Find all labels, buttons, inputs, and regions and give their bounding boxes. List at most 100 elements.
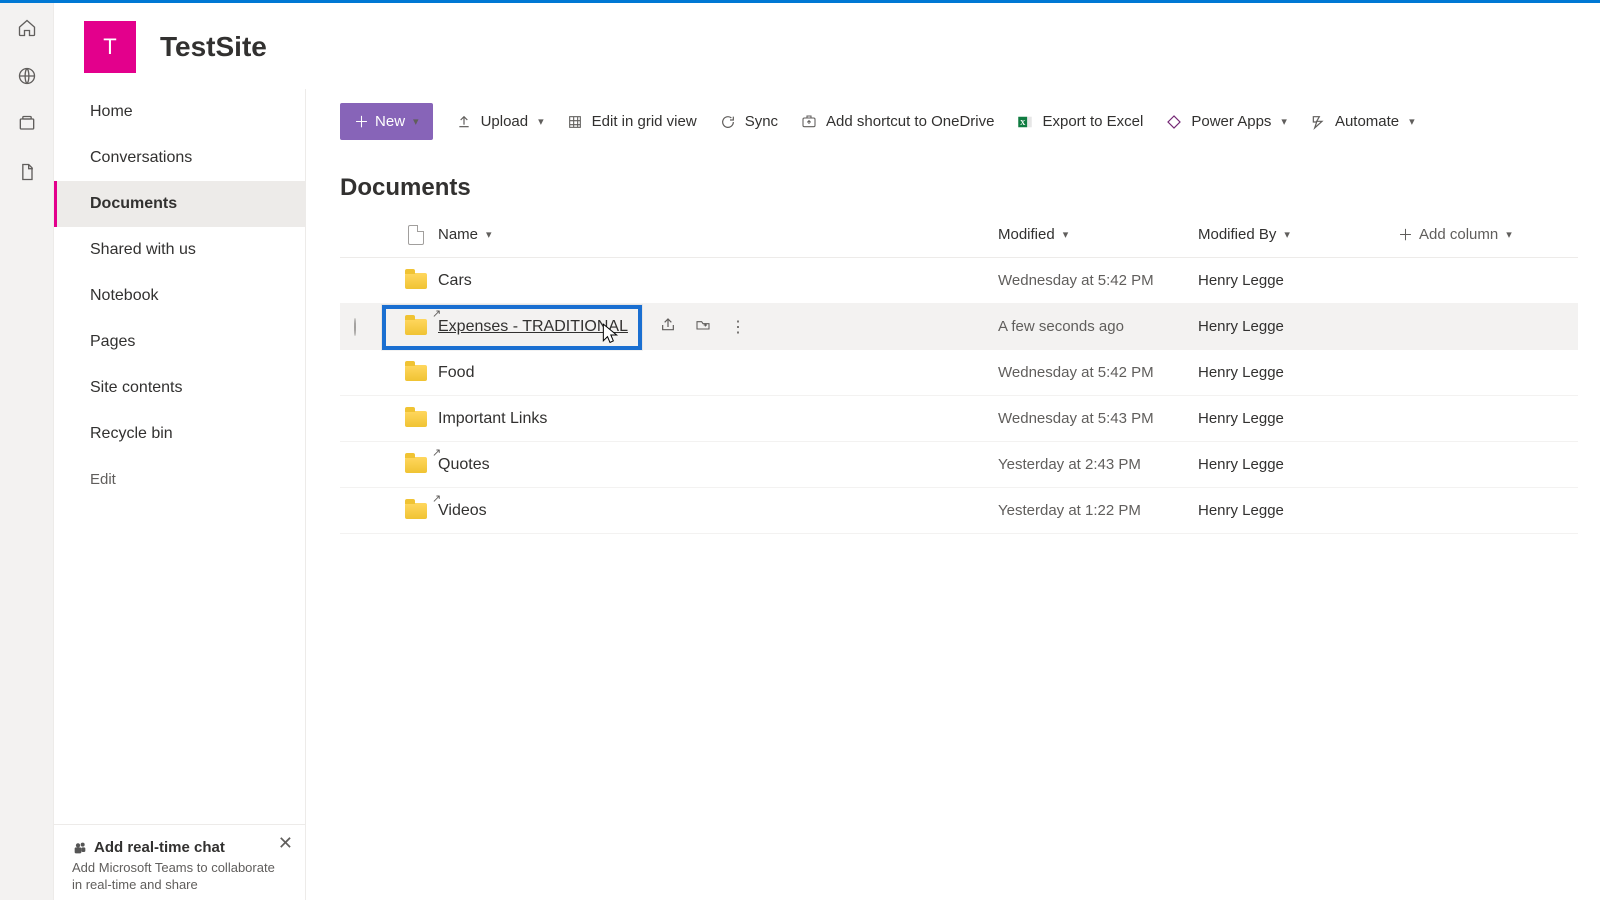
new-button[interactable]: ＋ New ▾ (340, 103, 433, 140)
chevron-down-icon: ▾ (1284, 228, 1290, 241)
modified-by-cell: Henry Legge (1198, 272, 1398, 289)
list-header-row: Name ▾ Modified ▾ Modified By ▾ ＋ (340, 212, 1578, 258)
sync-label: Sync (745, 113, 778, 130)
table-row[interactable]: ↗Videos Yesterday at 1:22 PMHenry Legge (340, 488, 1578, 534)
column-modified[interactable]: Modified ▾ (998, 226, 1198, 243)
sidebar-item-documents[interactable]: Documents (54, 181, 305, 227)
add-column-button[interactable]: ＋ Add column ▾ (1398, 224, 1578, 245)
modified-cell: Wednesday at 5:42 PM (998, 364, 1198, 381)
shortcut-label: Add shortcut to OneDrive (826, 113, 994, 130)
modified-by-cell: Henry Legge (1198, 502, 1398, 519)
chevron-down-icon: ▾ (1281, 115, 1287, 128)
sidebar-item-shared-with-us[interactable]: Shared with us (54, 227, 305, 273)
power-apps-label: Power Apps (1191, 113, 1271, 130)
row-select-circle[interactable] (354, 318, 356, 336)
sidebar-item-pages[interactable]: Pages (54, 319, 305, 365)
page-icon[interactable] (16, 161, 38, 183)
sync-icon (719, 113, 737, 131)
table-row[interactable]: ↗Quotes Yesterday at 2:43 PMHenry Legge (340, 442, 1578, 488)
link-icon: ↗ (432, 446, 441, 459)
sidebar-item-notebook[interactable]: Notebook (54, 273, 305, 319)
document-list: Name ▾ Modified ▾ Modified By ▾ ＋ (340, 212, 1578, 534)
close-icon[interactable]: ✕ (278, 833, 293, 854)
modified-cell: A few seconds ago (998, 318, 1198, 335)
open-location-icon[interactable] (694, 317, 712, 337)
site-header: T TestSite (54, 3, 1600, 89)
export-excel-button[interactable]: X Export to Excel (1016, 113, 1143, 131)
item-name[interactable]: Quotes (438, 456, 490, 474)
chat-promo-title: Add real-time chat (94, 839, 225, 856)
item-name[interactable]: Cars (438, 272, 472, 290)
upload-icon (455, 113, 473, 131)
chevron-down-icon: ▾ (1409, 115, 1415, 128)
item-name[interactable]: Videos (438, 502, 487, 520)
grid-icon (566, 113, 584, 131)
power-apps-button[interactable]: Power Apps ▾ (1165, 113, 1287, 131)
sidebar-item-site-contents[interactable]: Site contents (54, 365, 305, 411)
item-name[interactable]: Expenses - TRADITIONAL (438, 318, 628, 336)
column-type-icon[interactable] (394, 225, 438, 245)
sidebar: HomeConversationsDocumentsShared with us… (54, 89, 306, 900)
upload-label: Upload (481, 113, 529, 130)
chat-promo: ✕ Add real-time chat Add Microsoft Teams… (54, 824, 305, 900)
table-row[interactable]: ↗Expenses - TRADITIONAL ⋮ A few seconds ag… (340, 304, 1578, 350)
more-icon[interactable]: ⋮ (730, 317, 748, 337)
list-title: Documents (340, 156, 1578, 212)
onedrive-shortcut-icon (800, 113, 818, 131)
table-row[interactable]: Important Links Wednesday at 5:43 PMHenry… (340, 396, 1578, 442)
sidebar-item-recycle-bin[interactable]: Recycle bin (54, 411, 305, 457)
modified-cell: Yesterday at 1:22 PM (998, 502, 1198, 519)
column-name[interactable]: Name ▾ (438, 226, 998, 243)
item-name[interactable]: Important Links (438, 410, 547, 428)
power-apps-icon (1165, 113, 1183, 131)
modified-by-cell: Henry Legge (1198, 364, 1398, 381)
share-icon[interactable] (660, 317, 676, 337)
automate-label: Automate (1335, 113, 1399, 130)
item-name[interactable]: Food (438, 364, 474, 382)
link-icon: ↗ (432, 492, 441, 505)
column-name-label: Name (438, 226, 478, 243)
plus-icon: ＋ (1398, 224, 1413, 245)
chat-promo-body: Add Microsoft Teams to collaborate in re… (72, 860, 287, 894)
new-button-label: New (375, 113, 405, 130)
folder-icon (405, 319, 427, 335)
folder-icon (405, 411, 427, 427)
modified-by-cell: Henry Legge (1198, 410, 1398, 427)
table-row[interactable]: Cars Wednesday at 5:42 PMHenry Legge (340, 258, 1578, 304)
link-icon: ↗ (432, 307, 441, 320)
app-rail (0, 3, 54, 900)
svg-text:X: X (1021, 118, 1027, 127)
automate-icon (1309, 113, 1327, 131)
command-bar: ＋ New ▾ Upload ▾ (340, 89, 1578, 156)
column-modified-by-label: Modified By (1198, 226, 1276, 243)
main-content: ＋ New ▾ Upload ▾ (306, 89, 1600, 900)
modified-by-cell: Henry Legge (1198, 318, 1398, 335)
modified-cell: Yesterday at 2:43 PM (998, 456, 1198, 473)
edit-grid-button[interactable]: Edit in grid view (566, 113, 697, 131)
modified-cell: Wednesday at 5:42 PM (998, 272, 1198, 289)
upload-button[interactable]: Upload ▾ (455, 113, 544, 131)
modified-by-cell: Henry Legge (1198, 456, 1398, 473)
table-row[interactable]: Food Wednesday at 5:42 PMHenry Legge (340, 350, 1578, 396)
sync-button[interactable]: Sync (719, 113, 778, 131)
folder-icon (405, 273, 427, 289)
site-logo[interactable]: T (84, 21, 136, 73)
automate-button[interactable]: Automate ▾ (1309, 113, 1415, 131)
folder-icon (405, 365, 427, 381)
site-title[interactable]: TestSite (160, 31, 267, 63)
sidebar-item-home[interactable]: Home (54, 89, 305, 135)
library-icon[interactable] (16, 113, 38, 135)
sidebar-item-conversations[interactable]: Conversations (54, 135, 305, 181)
modified-cell: Wednesday at 5:43 PM (998, 410, 1198, 427)
excel-icon: X (1016, 113, 1034, 131)
chevron-down-icon: ▾ (1506, 228, 1512, 241)
folder-icon (405, 503, 427, 519)
sidebar-edit[interactable]: Edit (54, 457, 305, 502)
file-icon (408, 225, 424, 245)
column-modified-by[interactable]: Modified By ▾ (1198, 226, 1398, 243)
shortcut-button[interactable]: Add shortcut to OneDrive (800, 113, 994, 131)
globe-icon[interactable] (16, 65, 38, 87)
plus-icon: ＋ (354, 111, 369, 132)
export-excel-label: Export to Excel (1042, 113, 1143, 130)
home-icon[interactable] (16, 17, 38, 39)
